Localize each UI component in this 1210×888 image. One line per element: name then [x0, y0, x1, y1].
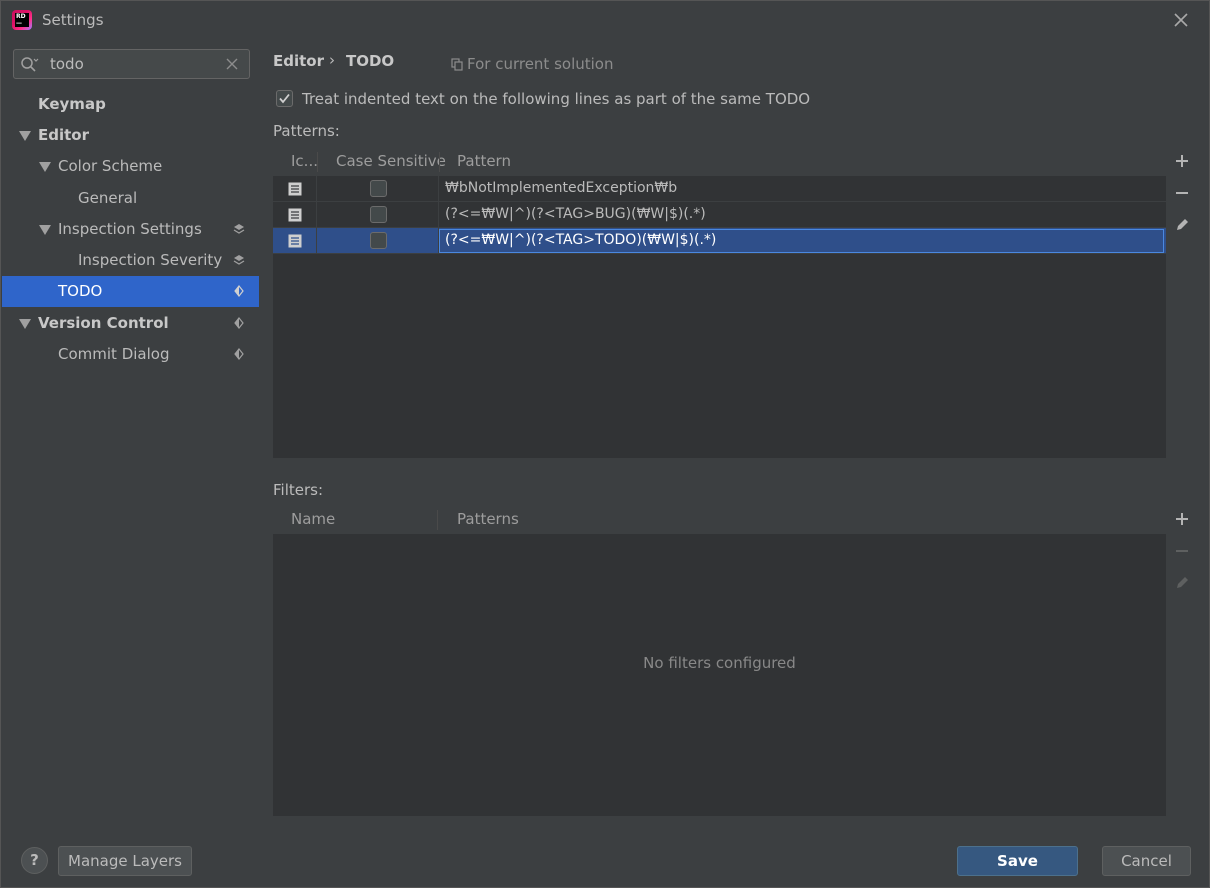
filters-label: Filters:	[273, 481, 324, 499]
document-icon	[288, 234, 302, 248]
column-header-icon[interactable]: Ic...	[291, 152, 318, 170]
layer-icon	[234, 317, 244, 329]
case-sensitive-checkbox[interactable]	[370, 232, 387, 249]
remove-filter-icon[interactable]	[1174, 543, 1190, 559]
filters-table: Name Patterns No filters configured	[273, 506, 1166, 816]
column-header-name[interactable]: Name	[291, 510, 335, 528]
sidebar-item-version-control[interactable]: Version Control	[2, 308, 259, 339]
manage-layers-button[interactable]: Manage Layers	[58, 846, 192, 876]
layer-icon	[233, 224, 245, 234]
table-row[interactable]: (?<=₩W|^)(?<TAG>BUG)(₩W|$)(.*)	[273, 202, 1166, 228]
empty-state-text: No filters configured	[643, 654, 796, 672]
sidebar-item-label: TODO	[58, 282, 103, 300]
sidebar-item-general[interactable]: General	[2, 183, 259, 214]
sidebar-item-label: Color Scheme	[58, 157, 163, 175]
patterns-table: Ic... Case Sensitive Pattern ₩bNotImplem…	[273, 148, 1166, 458]
sidebar-item-label: Commit Dialog	[58, 345, 170, 363]
table-header: Name Patterns	[273, 506, 1166, 533]
breadcrumb-current: TODO	[346, 52, 395, 70]
table-row-selected[interactable]: (?<=₩W|^)(?<TAG>TODO)(₩W|$)(.*)	[273, 228, 1166, 254]
search-box[interactable]	[13, 49, 250, 79]
table-header: Ic... Case Sensitive Pattern	[273, 148, 1166, 175]
scope-label: For current solution	[467, 55, 614, 73]
case-sensitive-cell[interactable]	[317, 202, 439, 228]
column-divider	[439, 152, 440, 172]
sidebar-item-inspection-settings[interactable]: Inspection Settings	[2, 214, 259, 245]
cancel-button[interactable]: Cancel	[1102, 846, 1191, 876]
column-divider	[317, 152, 318, 172]
treat-indented-label: Treat indented text on the following lin…	[302, 90, 811, 108]
settings-content: Editor › TODO For current solution Treat…	[259, 39, 1209, 829]
clear-icon[interactable]	[225, 57, 239, 71]
layer-icon	[234, 348, 244, 360]
sidebar-item-label: General	[78, 189, 138, 207]
table-row[interactable]: ₩bNotImplementedException₩b	[273, 176, 1166, 202]
copy-icon	[451, 58, 463, 71]
sidebar-item-keymap[interactable]: Keymap	[2, 89, 259, 120]
checkmark-icon	[279, 93, 290, 104]
case-sensitive-cell[interactable]	[317, 176, 439, 202]
sidebar-item-commit-dialog[interactable]: Commit Dialog	[2, 339, 259, 370]
expand-arrow-icon[interactable]	[39, 225, 51, 235]
sidebar-item-label: Version Control	[38, 314, 169, 332]
expand-arrow-icon[interactable]	[39, 162, 51, 172]
help-button[interactable]: ?	[21, 847, 48, 874]
column-header-pattern[interactable]: Pattern	[457, 152, 511, 170]
table-body: ₩bNotImplementedException₩b (?<=₩W|^)(?<…	[273, 176, 1166, 458]
sidebar-item-editor[interactable]: Editor	[2, 120, 259, 151]
treat-indented-option[interactable]: Treat indented text on the following lin…	[276, 89, 810, 109]
remove-pattern-icon[interactable]	[1174, 185, 1190, 201]
icon-cell[interactable]	[273, 176, 317, 202]
breadcrumb-parent[interactable]: Editor	[273, 52, 324, 70]
edit-pattern-icon[interactable]	[1174, 217, 1190, 233]
search-input[interactable]	[50, 55, 220, 73]
expand-arrow-icon[interactable]	[19, 131, 31, 141]
expand-arrow-icon[interactable]	[19, 319, 31, 329]
sidebar-item-label: Editor	[38, 126, 89, 144]
sidebar-item-label: Keymap	[38, 95, 106, 113]
app-logo: RD —	[12, 10, 32, 30]
pattern-cell[interactable]: ₩bNotImplementedException₩b	[445, 180, 677, 196]
column-header-patterns[interactable]: Patterns	[457, 510, 519, 528]
case-sensitive-checkbox[interactable]	[370, 206, 387, 223]
edit-filter-icon[interactable]	[1174, 575, 1190, 591]
settings-window: RD— Settings Keymap Editor Col	[0, 0, 1210, 888]
sidebar-item-inspection-severity[interactable]: Inspection Severity	[2, 245, 259, 276]
patterns-label: Patterns:	[273, 122, 340, 140]
document-icon	[288, 208, 302, 222]
settings-sidebar: Keymap Editor Color Scheme General Inspe…	[2, 39, 259, 829]
pattern-cell[interactable]: (?<=₩W|^)(?<TAG>BUG)(₩W|$)(.*)	[445, 206, 706, 222]
sidebar-item-label: Inspection Severity	[78, 251, 223, 269]
title-bar: RD — Settings	[1, 1, 1209, 39]
close-icon[interactable]	[1171, 10, 1191, 30]
window-title: Settings	[42, 11, 104, 29]
pattern-cell[interactable]: (?<=₩W|^)(?<TAG>TODO)(₩W|$)(.*)	[445, 232, 716, 248]
case-sensitive-checkbox[interactable]	[370, 180, 387, 197]
treat-indented-checkbox[interactable]	[276, 90, 293, 107]
sidebar-item-todo[interactable]: TODO	[2, 276, 259, 307]
sidebar-item-label: Inspection Settings	[58, 220, 202, 238]
table-body: No filters configured	[273, 534, 1166, 816]
add-pattern-icon[interactable]	[1174, 153, 1190, 169]
column-header-case-sensitive[interactable]: Case Sensitive	[336, 152, 446, 170]
scope-indicator: For current solution	[451, 55, 613, 73]
icon-cell[interactable]	[273, 202, 317, 228]
layer-icon	[233, 255, 245, 265]
search-icon	[21, 57, 39, 72]
breadcrumb-separator: ›	[329, 51, 335, 69]
document-icon	[288, 182, 302, 196]
icon-cell[interactable]	[273, 228, 317, 254]
layer-icon	[234, 285, 244, 297]
case-sensitive-cell[interactable]	[317, 228, 439, 254]
column-divider	[437, 510, 438, 530]
save-button[interactable]: Save	[957, 846, 1078, 876]
add-filter-icon[interactable]	[1174, 511, 1190, 527]
sidebar-item-color-scheme[interactable]: Color Scheme	[2, 151, 259, 182]
